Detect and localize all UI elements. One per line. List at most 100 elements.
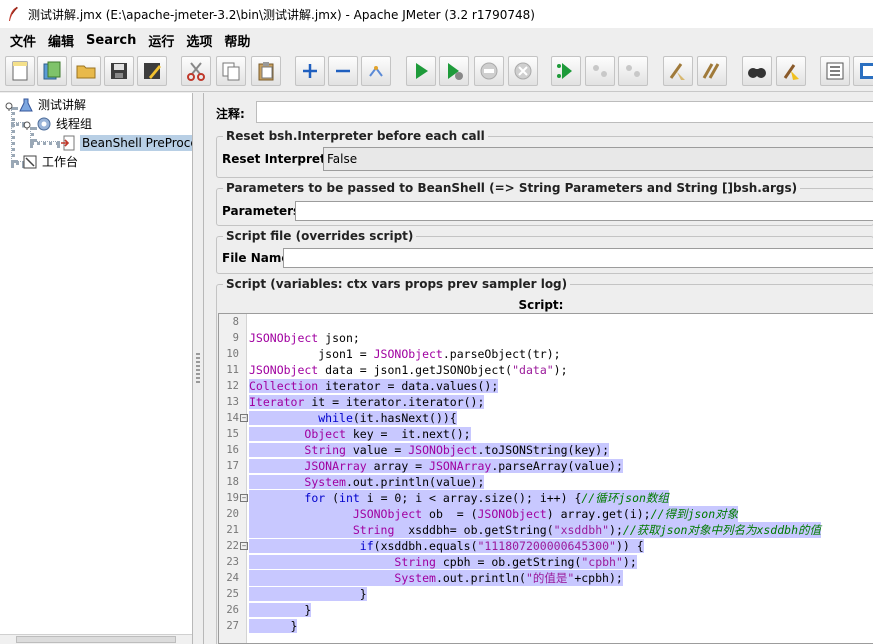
code-line[interactable]: 23 String cpbh = ob.getString("cpbh"); bbox=[219, 554, 873, 570]
tree-item-test-plan[interactable]: 测试讲解 bbox=[4, 95, 86, 114]
start-no-pause-icon bbox=[448, 63, 463, 80]
menu-run[interactable]: 运行 bbox=[142, 31, 180, 50]
fold-toggle-icon[interactable]: − bbox=[240, 494, 248, 502]
remote-shutdown-button[interactable] bbox=[618, 56, 648, 86]
code-line[interactable]: 24 System.out.println("的值是"+cpbh); bbox=[219, 570, 873, 586]
save-as-button[interactable] bbox=[137, 56, 167, 86]
line-number: 17 bbox=[226, 460, 239, 472]
collapse-all-button[interactable] bbox=[328, 56, 358, 86]
code-line[interactable]: 12 Collection iterator = data.values(); bbox=[219, 378, 873, 394]
tree-label: 工作台 bbox=[42, 155, 79, 169]
group-title: Script file (overrides script) bbox=[223, 229, 417, 243]
new-button[interactable] bbox=[5, 56, 35, 86]
script-header: Script: bbox=[518, 298, 564, 312]
line-number: 26 bbox=[226, 604, 239, 616]
reset-interpreter-select[interactable]: False bbox=[323, 147, 873, 171]
reset-search-button[interactable] bbox=[776, 56, 806, 86]
code-line[interactable]: 22− if(xsddbh.equals("111807200000645300… bbox=[219, 538, 873, 554]
code-line[interactable]: 19− for (int i = 0; i < array.size(); i+… bbox=[219, 490, 873, 506]
script-file-group: Script file (overrides script) File Name… bbox=[216, 229, 873, 274]
tree-item-thread-group[interactable]: 线程组 bbox=[22, 114, 92, 133]
code-text: String cpbh = ob.getString("cpbh"); bbox=[249, 554, 637, 570]
code-line[interactable]: 26 } bbox=[219, 602, 873, 618]
parameters-input[interactable] bbox=[295, 201, 873, 221]
stop-button[interactable] bbox=[474, 56, 504, 86]
code-line[interactable]: 14− while(it.hasNext()){ bbox=[219, 410, 873, 426]
search-button[interactable] bbox=[742, 56, 772, 86]
menu-search[interactable]: Search bbox=[80, 33, 142, 48]
menu-options[interactable]: 选项 bbox=[180, 31, 218, 50]
code-text: String value = JSONObject.toJSONString(k… bbox=[249, 442, 610, 458]
fold-toggle-icon[interactable]: − bbox=[240, 542, 248, 550]
scrollbar-thumb[interactable] bbox=[16, 636, 176, 643]
expand-all-button[interactable] bbox=[295, 56, 325, 86]
toggle-button[interactable] bbox=[361, 56, 391, 86]
templates-button[interactable] bbox=[37, 56, 67, 86]
copy-button[interactable] bbox=[216, 56, 246, 86]
code-line[interactable]: 10 json1 = JSONObject .parseObject(tr); bbox=[219, 346, 873, 362]
tree-horizontal-scrollbar[interactable] bbox=[0, 634, 192, 644]
tree-connector bbox=[30, 141, 60, 145]
cut-button[interactable] bbox=[181, 56, 211, 86]
code-line[interactable]: 20 JSONObject ob = (JSONObject) array.ge… bbox=[219, 506, 873, 522]
shutdown-button[interactable] bbox=[508, 56, 538, 86]
workbench-icon bbox=[22, 154, 38, 170]
test-plan-tree: 测试讲解 线程组 BeanShell PreProcessor 工作台 bbox=[0, 93, 193, 644]
line-number: 10 bbox=[226, 348, 239, 360]
stop-icon bbox=[480, 62, 498, 80]
menu-help[interactable]: 帮助 bbox=[218, 31, 256, 50]
line-number: 21 bbox=[226, 524, 239, 536]
tree-item-workbench[interactable]: 工作台 bbox=[22, 152, 78, 171]
tree-item-beanshell-preprocessor[interactable]: BeanShell PreProcessor bbox=[60, 133, 192, 152]
remote-stop-button[interactable] bbox=[585, 56, 615, 86]
function-helper-button[interactable] bbox=[820, 56, 850, 86]
code-line[interactable]: 21 String xsddbh= ob.getString("xsddbh")… bbox=[219, 522, 873, 538]
comment-input[interactable] bbox=[256, 101, 873, 123]
code-text: while(it.hasNext()){ bbox=[249, 410, 457, 426]
help-button[interactable] bbox=[853, 56, 873, 86]
open-button[interactable] bbox=[71, 56, 101, 86]
code-line[interactable]: 17 JSONArray array = JSONArray.parseArra… bbox=[219, 458, 873, 474]
code-line[interactable]: 9 JSONObject json; bbox=[219, 330, 873, 346]
beanshell-config-panel: 注释: Reset bsh.Interpreter before each ca… bbox=[203, 93, 873, 644]
line-number: 19 bbox=[226, 492, 239, 504]
clear-all-button[interactable] bbox=[697, 56, 727, 86]
code-line[interactable]: 27 } bbox=[219, 618, 873, 634]
code-text: JSONObject json; bbox=[249, 331, 360, 345]
expand-toggle-icon[interactable] bbox=[22, 119, 32, 130]
code-line[interactable]: 8 bbox=[219, 314, 873, 330]
group-title: Reset bsh.Interpreter before each call bbox=[223, 129, 488, 143]
code-text: } bbox=[249, 619, 298, 633]
reset-search-icon bbox=[783, 64, 799, 80]
paste-button[interactable] bbox=[251, 56, 281, 86]
menu-edit[interactable]: 编辑 bbox=[42, 31, 80, 50]
save-as-icon bbox=[144, 63, 161, 79]
code-line[interactable]: 15 Object key = it.next(); bbox=[219, 426, 873, 442]
menu-file[interactable]: 文件 bbox=[4, 31, 42, 50]
code-line[interactable]: 16 String value = JSONObject.toJSONStrin… bbox=[219, 442, 873, 458]
remote-start-button[interactable] bbox=[551, 56, 581, 86]
code-line[interactable]: 25 } bbox=[219, 586, 873, 602]
fold-toggle-icon[interactable]: − bbox=[240, 414, 248, 422]
start-no-pause-button[interactable] bbox=[439, 56, 469, 86]
panel-splitter[interactable] bbox=[194, 93, 203, 644]
code-text: for (int i = 0; i < array.size(); i++) {… bbox=[249, 490, 669, 506]
clear-button[interactable] bbox=[663, 56, 693, 86]
line-number: 27 bbox=[226, 620, 239, 632]
group-title: Parameters to be passed to BeanShell (=>… bbox=[223, 181, 801, 195]
file-name-input[interactable] bbox=[283, 248, 873, 268]
save-button[interactable] bbox=[104, 56, 134, 86]
script-editor[interactable]: 89 JSONObject json; 10 json1 = JSONObject… bbox=[218, 313, 873, 644]
start-button[interactable] bbox=[406, 56, 436, 86]
code-line[interactable]: 13 Iterator it = iterator.iterator(); bbox=[219, 394, 873, 410]
code-line[interactable]: 11 JSONObject data = json1.getJSONObject… bbox=[219, 362, 873, 378]
expand-toggle-icon[interactable] bbox=[4, 100, 14, 111]
code-line[interactable]: 18 System.out.println(value); bbox=[219, 474, 873, 490]
